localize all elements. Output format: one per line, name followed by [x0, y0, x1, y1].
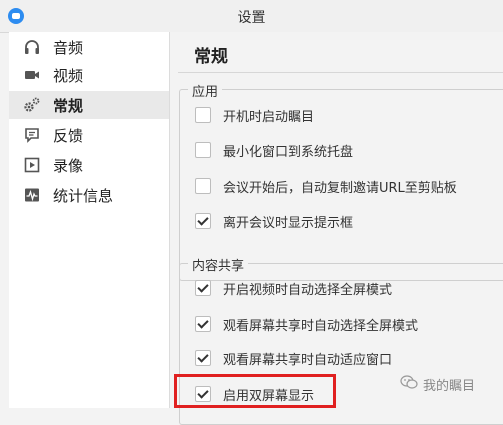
- group-application: 应用 开机时启动瞩目 最小化窗口到系统托盘 会议开始后，自动复制邀请URL至剪贴…: [179, 81, 503, 281]
- checkbox-checked[interactable]: [195, 350, 211, 366]
- option-label: 开机时启动瞩目: [223, 109, 315, 125]
- option-label: 最小化窗口到系统托盘: [223, 144, 354, 160]
- option-video-fullscreen[interactable]: 开启视频时自动选择全屏模式: [195, 278, 392, 298]
- option-minimize-to-tray[interactable]: 最小化窗口到系统托盘: [195, 140, 353, 160]
- option-copy-invite-url[interactable]: 会议开始后，自动复制邀请URL至剪贴板: [195, 176, 457, 196]
- feedback-icon: [23, 126, 41, 144]
- page-title: 常规: [194, 47, 228, 67]
- group-title: 应用: [188, 81, 223, 100]
- video-camera-icon: [23, 66, 41, 84]
- headphones-icon: [23, 38, 41, 56]
- option-share-fit-window[interactable]: 观看屏幕共享时自动适应窗口: [195, 348, 392, 368]
- sidebar-item-label: 统计信息: [53, 186, 114, 205]
- option-label: 离开会议时显示提示框: [223, 215, 354, 231]
- title-bar: 设置: [0, 0, 503, 33]
- sidebar: 音频 视频 常规 反馈 录像 统计信息: [9, 32, 170, 408]
- option-label: 观看屏幕共享时自动选择全屏模式: [223, 318, 419, 334]
- recording-icon: [23, 156, 41, 174]
- checkbox-checked[interactable]: [195, 316, 211, 332]
- checkbox[interactable]: [195, 142, 211, 158]
- watermark: 我的瞩目: [400, 374, 475, 394]
- option-launch-on-startup[interactable]: 开机时启动瞩目: [195, 105, 314, 125]
- checkbox[interactable]: [195, 107, 211, 123]
- option-label: 开启视频时自动选择全屏模式: [223, 282, 393, 298]
- sidebar-item-recording[interactable]: 录像: [9, 151, 169, 179]
- option-label: 观看屏幕共享时自动适应窗口: [223, 352, 393, 368]
- sidebar-item-general[interactable]: 常规: [9, 91, 169, 119]
- wechat-icon: [400, 375, 418, 393]
- sidebar-item-statistics[interactable]: 统计信息: [9, 181, 169, 209]
- option-label: 会议开始后，自动复制邀请URL至剪贴板: [223, 180, 457, 196]
- group-title: 内容共享: [188, 255, 249, 274]
- highlight-box: [174, 374, 336, 408]
- sidebar-item-label: 常规: [53, 96, 84, 115]
- checkbox-checked[interactable]: [195, 213, 211, 229]
- sidebar-item-video[interactable]: 视频: [9, 61, 169, 89]
- sidebar-item-label: 反馈: [53, 126, 84, 145]
- divider: [178, 72, 503, 73]
- gears-icon: [23, 96, 41, 114]
- statistics-icon: [23, 186, 41, 204]
- sidebar-item-feedback[interactable]: 反馈: [9, 121, 169, 149]
- option-leave-prompt[interactable]: 离开会议时显示提示框: [195, 211, 353, 231]
- settings-panel: 常规 应用 开机时启动瞩目 最小化窗口到系统托盘 会议开始后，自动复制邀请URL…: [170, 32, 503, 425]
- window-title: 设置: [237, 10, 266, 26]
- sidebar-item-label: 录像: [53, 156, 84, 175]
- sidebar-item-label: 音频: [53, 38, 84, 57]
- sidebar-item-label: 视频: [53, 66, 84, 85]
- checkbox-checked[interactable]: [195, 280, 211, 296]
- checkbox[interactable]: [195, 178, 211, 194]
- sidebar-item-audio[interactable]: 音频: [9, 33, 169, 61]
- option-share-fullscreen[interactable]: 观看屏幕共享时自动选择全屏模式: [195, 314, 418, 334]
- watermark-text: 我的瞩目: [423, 378, 476, 394]
